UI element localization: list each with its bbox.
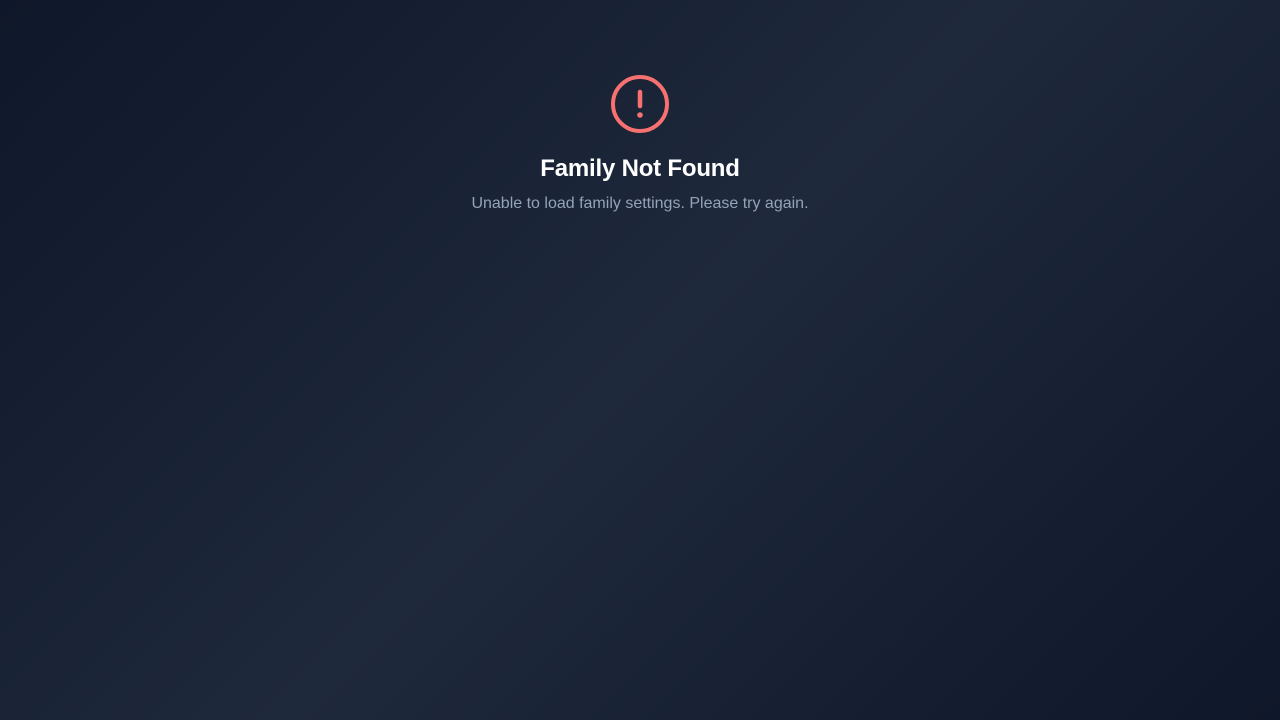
error-state: Family Not Found Unable to load family s… [0, 74, 1280, 215]
alert-circle-icon [610, 74, 670, 134]
error-title: Family Not Found [540, 155, 740, 182]
error-message: Unable to load family settings. Please t… [471, 195, 809, 212]
page: { "error": { "icon": "alert-circle-icon"… [0, 0, 1280, 720]
